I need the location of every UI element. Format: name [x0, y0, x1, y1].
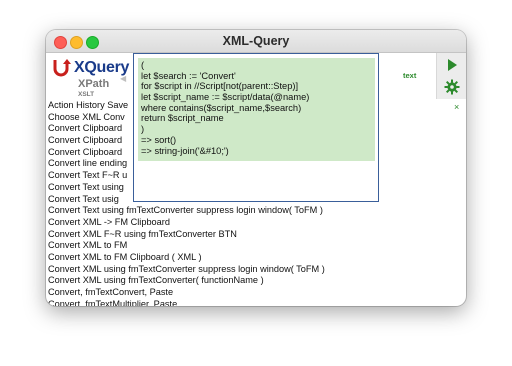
- code-line: => sort(): [141, 134, 177, 145]
- code-line: (: [141, 60, 145, 70]
- list-item[interactable]: Convert XML to FM: [48, 240, 408, 252]
- close-icon[interactable]: ×: [454, 102, 459, 112]
- window-title: XML-Query: [222, 34, 290, 48]
- query-editor-popup: (let $search := 'Convert' for $script in …: [133, 53, 379, 202]
- logo-caption: XSLT: [78, 91, 95, 98]
- list-item[interactable]: Convert Text using fmTextConverter suppr…: [48, 205, 408, 217]
- output-mode-label[interactable]: text: [403, 71, 416, 80]
- code-line: let $script_name := $script/data(@name): [141, 92, 310, 103]
- code-line: return $script_name: [141, 113, 224, 124]
- gear-icon[interactable]: [444, 79, 460, 95]
- logo-subtitle: XPath: [78, 78, 110, 90]
- code-line: where contains($script_name,$search): [141, 102, 302, 113]
- list-item[interactable]: Convert XML to FM Clipboard ( XML ): [48, 252, 408, 264]
- play-icon[interactable]: [444, 57, 460, 73]
- list-item[interactable]: Convert, fmTextMultiplier, Paste: [48, 299, 408, 306]
- collapse-arrow-icon[interactable]: ◀: [120, 74, 126, 83]
- list-item[interactable]: Convert XML using fmTextConverter suppre…: [48, 264, 408, 276]
- title-bar: XML-Query: [46, 30, 466, 53]
- code-line: let $search := 'Convert': [141, 70, 236, 81]
- toolbar-strip: [436, 53, 466, 99]
- query-editor[interactable]: (let $search := 'Convert' for $script in …: [138, 58, 375, 161]
- code-line: ): [141, 124, 145, 135]
- list-item[interactable]: Convert XML F~R using fmTextConverter BT…: [48, 229, 408, 241]
- code-line: for $script in //Script[not(parent::Step…: [141, 81, 299, 92]
- list-item[interactable]: Convert, fmTextConvert, Paste: [48, 287, 408, 299]
- list-item[interactable]: Convert XML -> FM Clipboard: [48, 217, 408, 229]
- logo-arrow-icon: [53, 59, 71, 77]
- list-item[interactable]: Convert XML using fmTextConverter( funct…: [48, 275, 408, 287]
- code-line: => string-join('&#10;'): [141, 145, 229, 156]
